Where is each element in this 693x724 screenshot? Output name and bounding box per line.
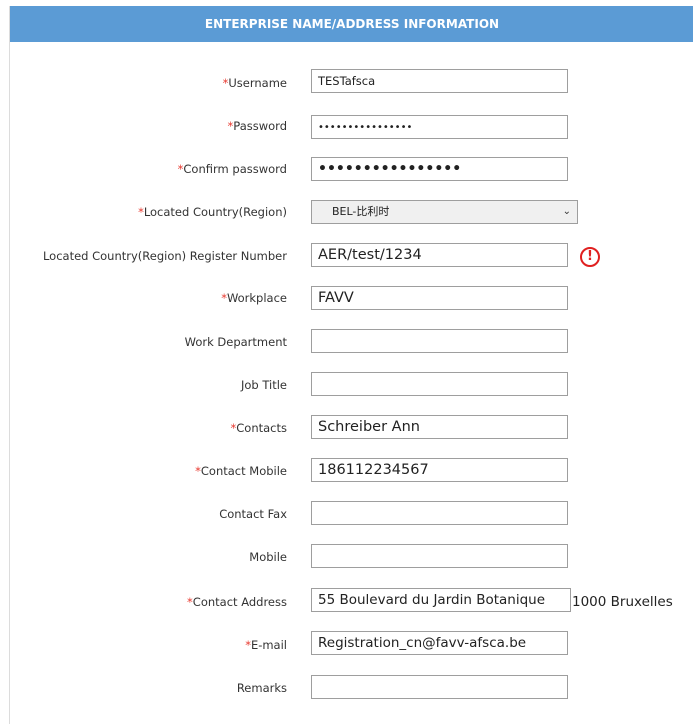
- email-input[interactable]: Registration_cn@favv-afsca.be: [311, 631, 568, 655]
- contact-fax-label: Contact Fax: [219, 507, 287, 521]
- username-label: *Username: [222, 76, 287, 90]
- country-label: *Located Country(Region): [138, 205, 287, 219]
- chevron-down-icon: ⌄: [562, 206, 571, 217]
- confirm-password-input[interactable]: ••••••••••••••••: [311, 157, 568, 181]
- registration-form-panel: ENTERPRISE NAME/ADDRESS INFORMATION: [9, 6, 693, 724]
- job-title-label: Job Title: [240, 378, 287, 392]
- contact-mobile-input[interactable]: 186112234567: [311, 458, 568, 482]
- contact-mobile-label: *Contact Mobile: [195, 464, 287, 478]
- workplace-input[interactable]: FAVV: [311, 286, 568, 310]
- contacts-input[interactable]: Schreiber Ann: [311, 415, 568, 439]
- password-label: *Password: [227, 119, 287, 133]
- section-header: ENTERPRISE NAME/ADDRESS INFORMATION: [10, 6, 693, 42]
- email-label: *E-mail: [245, 638, 287, 652]
- exclamation-circle-icon: !: [580, 247, 600, 267]
- contact-address-overflow-text: 1000 Bruxelles: [572, 594, 673, 610]
- mobile-input[interactable]: [311, 544, 568, 568]
- register-number-input[interactable]: AER/test/1234: [311, 243, 568, 267]
- contact-address-label: *Contact Address: [187, 595, 287, 609]
- remarks-input[interactable]: [311, 675, 568, 699]
- country-select-value: BEL-比利时: [332, 205, 390, 218]
- password-input[interactable]: ••••••••••••••••: [311, 115, 568, 139]
- work-department-input[interactable]: [311, 329, 568, 353]
- contacts-label: *Contacts: [230, 421, 287, 435]
- contact-address-input[interactable]: 55 Boulevard du Jardin Botanique: [311, 588, 571, 612]
- confirm-password-label: *Confirm password: [177, 162, 287, 176]
- mobile-label: Mobile: [249, 550, 287, 564]
- work-department-label: Work Department: [184, 335, 287, 349]
- contact-fax-input[interactable]: [311, 501, 568, 525]
- workplace-label: *Workplace: [221, 291, 287, 305]
- remarks-label: Remarks: [236, 681, 287, 695]
- username-input[interactable]: TESTafsca: [311, 69, 568, 93]
- job-title-input[interactable]: [311, 372, 568, 396]
- register-number-label: Located Country(Region) Register Number: [42, 249, 287, 263]
- country-select[interactable]: BEL-比利时 ⌄: [311, 200, 578, 224]
